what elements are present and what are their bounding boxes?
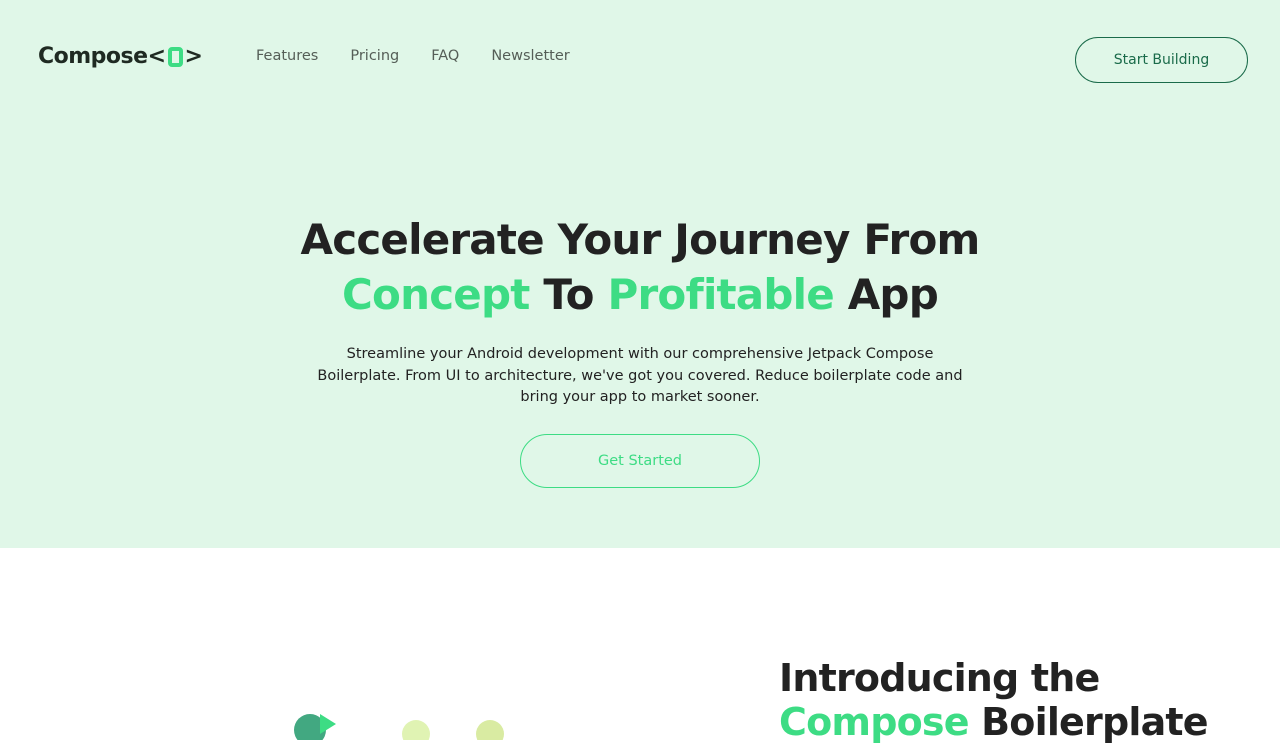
nav-link-newsletter[interactable]: Newsletter xyxy=(491,45,569,67)
logo-close-bracket: > xyxy=(184,43,203,69)
logo-open-bracket: < xyxy=(147,43,166,69)
logo[interactable]: Compose < > xyxy=(38,42,203,70)
logo-mark-icon xyxy=(167,47,183,67)
hero-headline: Accelerate Your Journey From Concept To … xyxy=(240,212,1040,322)
headline-end: App xyxy=(833,270,939,319)
intro-heading: Introducing the Compose Boilerplate xyxy=(779,656,1259,744)
headline-line1: Accelerate Your Journey From xyxy=(300,215,981,264)
main-nav: Features Pricing FAQ Newsletter xyxy=(256,45,570,67)
hero-subtext: Streamline your Android development with… xyxy=(317,346,963,405)
logo-text: Compose xyxy=(38,43,148,69)
app-illustration xyxy=(294,714,504,740)
hero-section: Compose < > Features Pricing FAQ Newslet… xyxy=(0,0,1280,548)
start-building-button[interactable]: Start Building xyxy=(1075,37,1248,83)
headline-accent-profitable: Profitable xyxy=(607,270,835,319)
get-started-button[interactable]: Get Started xyxy=(520,434,760,488)
nav-link-pricing[interactable]: Pricing xyxy=(350,45,399,67)
headline-mid: To xyxy=(529,270,608,319)
intro-rest: Boilerplate xyxy=(968,700,1208,744)
headline-accent-concept: Concept xyxy=(342,270,530,319)
nav-link-faq[interactable]: FAQ xyxy=(431,45,459,67)
nav-link-features[interactable]: Features xyxy=(256,45,318,67)
intro-line1: Introducing the xyxy=(779,656,1100,700)
intro-accent: Compose xyxy=(779,700,970,744)
